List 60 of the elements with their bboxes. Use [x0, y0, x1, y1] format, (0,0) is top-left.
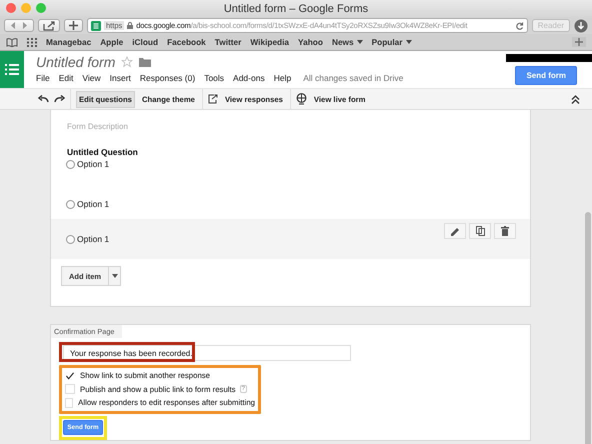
- duplicate-button[interactable]: [469, 223, 491, 239]
- menu-item[interactable]: Insert: [110, 73, 131, 83]
- bookmark-link[interactable]: iCloud: [132, 37, 158, 47]
- bookmark-link[interactable]: News: [332, 37, 363, 47]
- globe-icon[interactable]: [296, 92, 307, 106]
- copy-icon: [476, 226, 484, 236]
- grid-icon[interactable]: [27, 38, 37, 46]
- radio-button[interactable]: [66, 200, 75, 208]
- redo-icon[interactable]: [54, 95, 65, 103]
- bookmark-link[interactable]: Wikipedia: [250, 37, 290, 47]
- undo-icon[interactable]: [38, 95, 49, 103]
- collapse-icon[interactable]: [571, 94, 580, 104]
- caret-icon: [112, 274, 118, 278]
- option-label: Option 1: [77, 159, 110, 169]
- reload-icon[interactable]: [516, 22, 524, 30]
- plus-icon: [69, 21, 78, 30]
- caret-icon[interactable]: [406, 40, 412, 44]
- star-icon[interactable]: [121, 56, 134, 68]
- bookmark-link[interactable]: Popular: [372, 37, 412, 47]
- caret-icon[interactable]: [356, 40, 363, 44]
- checkbox[interactable]: [65, 370, 75, 381]
- pencil-icon: [450, 226, 460, 236]
- back-forward-icon: [9, 21, 29, 30]
- menu-item[interactable]: Add-ons: [233, 73, 265, 83]
- menu-item[interactable]: View: [82, 73, 101, 83]
- bookmark-link[interactable]: Facebook: [167, 37, 206, 47]
- book-icon[interactable]: [6, 38, 18, 46]
- new-tab-button[interactable]: [64, 19, 83, 32]
- save-status: All changes saved in Drive: [303, 73, 404, 83]
- question-title: Untitled Question: [67, 147, 139, 157]
- bookmark-link[interactable]: Twitter: [214, 37, 242, 47]
- export-icon[interactable]: [208, 94, 218, 104]
- radio-button[interactable]: [66, 160, 75, 168]
- add-item-dropdown[interactable]: [109, 266, 122, 286]
- forms-icon: [91, 20, 101, 30]
- share-button[interactable]: [38, 19, 60, 32]
- scrollbar-thumb[interactable]: [585, 212, 591, 444]
- question-row[interactable]: Option 1: [51, 219, 530, 259]
- bookmark-link[interactable]: Managebac: [46, 37, 92, 47]
- download-icon[interactable]: [574, 18, 588, 32]
- bookmark-link[interactable]: Apple: [100, 37, 124, 47]
- edit-button[interactable]: [444, 223, 466, 239]
- trash-icon: [501, 226, 509, 236]
- confirmation-message-field[interactable]: Your response has been recorded.: [63, 345, 351, 361]
- option-label: Option 1: [77, 234, 110, 244]
- option-label: Option 1: [77, 199, 110, 209]
- menu-item[interactable]: Edit: [58, 73, 74, 83]
- document-title[interactable]: Untitled form: [36, 54, 116, 70]
- delete-button[interactable]: [494, 223, 516, 239]
- lock-icon: [127, 22, 134, 29]
- menu-item[interactable]: Help: [274, 73, 292, 83]
- add-tab-icon[interactable]: [572, 37, 586, 47]
- forms-logo-icon[interactable]: [0, 51, 24, 88]
- menu-item[interactable]: File: [36, 73, 50, 83]
- menu-item[interactable]: Tools: [204, 73, 224, 83]
- folder-icon[interactable]: [139, 57, 152, 67]
- radio-button[interactable]: [66, 234, 75, 244]
- bookmark-link[interactable]: Yahoo: [298, 37, 323, 47]
- window-title: Untitled form – Google Forms: [224, 2, 368, 14]
- menu-item[interactable]: Responses (0): [140, 73, 196, 83]
